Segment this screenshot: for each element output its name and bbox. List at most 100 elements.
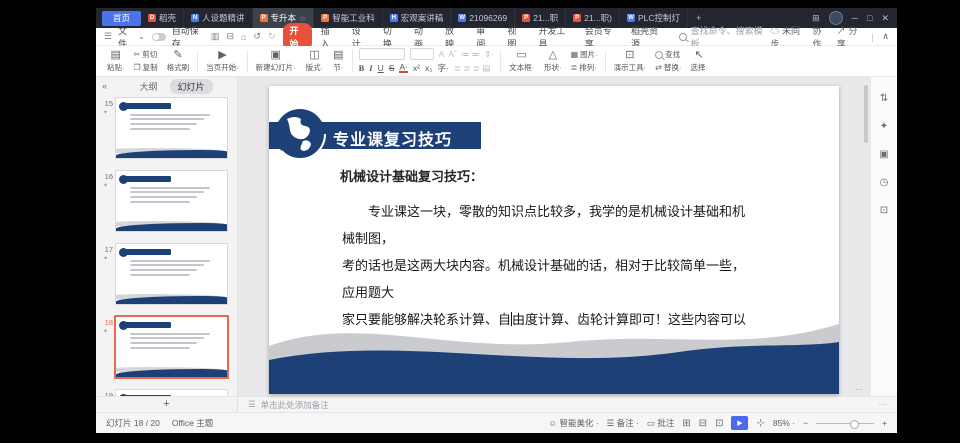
play-circle-icon: ▶ (218, 50, 226, 61)
smart-beautify-button[interactable]: ☺ 智能美化 · (548, 417, 598, 429)
toggle-icon (152, 33, 165, 41)
preview-icon[interactable]: ⌂ (241, 32, 246, 42)
slide-thumbnail-panel: « 大纲 幻灯片 15✦ 16✦ 17✦ 18✦ 19✦ (96, 77, 238, 396)
shape-icon: △ (549, 50, 557, 61)
collapse-ribbon-button[interactable]: ∧ (882, 31, 889, 42)
font-size-box[interactable] (410, 48, 434, 60)
underline-button[interactable]: U (378, 63, 384, 73)
menubar: ☰ 文件 ⌄ 自动保存 ▥ ⊟ ⌂ ↺ ↻ 开始插入设计切换动画放映审阅视图开发… (96, 28, 897, 46)
beautify-icon[interactable]: ✦ (880, 121, 888, 132)
view-reading-button[interactable]: ⊡ (715, 418, 723, 429)
mini-title-banner (123, 176, 172, 182)
mini-text-line (130, 269, 197, 271)
workspace-icon[interactable]: ⊞ (812, 13, 820, 24)
comments-button[interactable]: ▭ 批注 (647, 417, 674, 429)
new-slide-button[interactable]: ▣ 新建幻灯片· (251, 46, 301, 76)
tab-slides[interactable]: 幻灯片 (170, 79, 213, 94)
slide-subtitle[interactable]: 机械设计基础复习技巧： (340, 166, 483, 185)
mini-title-banner (123, 249, 172, 255)
section-button[interactable]: ▤ 节· (328, 46, 348, 76)
picture-button[interactable]: ▦图片· (571, 49, 598, 60)
picture-icon: ▦ (571, 50, 579, 59)
file-type-icon: N (191, 14, 199, 22)
theme-name[interactable]: Office 主题 (172, 417, 213, 429)
view-normal-button[interactable]: ⊞ (682, 418, 690, 429)
font-decrease-button[interactable]: Aˇ (448, 49, 457, 59)
slide-thumbnail-16[interactable]: 16✦ (115, 170, 228, 232)
highlight-button[interactable]: 字· (438, 62, 449, 74)
comment-icon: ▭ (647, 418, 655, 428)
superscript-button[interactable]: x² (413, 63, 420, 73)
hamburger-icon: ☰ (104, 31, 112, 42)
mini-text-line (130, 118, 203, 120)
layout-button[interactable]: ◫ 版式· (301, 46, 329, 76)
zoom-slider-knob[interactable] (850, 420, 859, 429)
file-type-icon: P (573, 14, 581, 22)
new-tab-button[interactable]: + (688, 13, 709, 23)
textbox-button[interactable]: ▭ 文本框· (504, 46, 539, 76)
notes-bar[interactable]: ☰ 单击此处添加备注 ⋯ (238, 397, 897, 412)
paste-button[interactable]: ▤ 粘贴· (102, 46, 130, 76)
align-icons[interactable]: ≣ ≣ ≣ ▤ (454, 63, 490, 74)
copy-icon: ❐ (134, 63, 141, 72)
mini-text-line (130, 342, 197, 344)
history-icon[interactable]: ◷ (880, 177, 889, 188)
zoom-slider[interactable] (816, 423, 874, 424)
bold-button[interactable]: B (359, 63, 365, 73)
presentation-tools-button[interactable]: ⊡ 演示工具· (609, 46, 652, 76)
notes-toggle-button[interactable]: ☰ 备注 · (607, 417, 639, 429)
properties-icon[interactable]: ⇅ (880, 93, 888, 104)
select-button[interactable]: ↖ 选择· (685, 46, 713, 76)
arrange-button[interactable]: ≣排列· (571, 62, 598, 73)
slide-18[interactable]: 专业课复习技巧 机械设计基础复习技巧： 专业课这一块，零散的知识点比较多，我学的… (269, 86, 839, 394)
vertical-scrollbar[interactable] (864, 85, 868, 143)
layers-icon[interactable]: ▣ (879, 149, 888, 160)
slideshow-play-button[interactable]: ▶ (731, 416, 748, 430)
zoom-in-button[interactable]: + (882, 418, 887, 428)
subscript-button[interactable]: x₂ (425, 63, 433, 73)
fit-slide-icon[interactable]: ⊹ (756, 418, 764, 429)
slide-title[interactable]: 专业课复习技巧 (333, 126, 452, 150)
slide-thumbnail-19[interactable]: 19✦ (115, 389, 228, 396)
format-painter-button[interactable]: ✎ 格式刷 (162, 46, 195, 76)
zoom-out-button[interactable]: − (803, 418, 808, 428)
thumbnail-list: 15✦ 16✦ 17✦ 18✦ 19✦ (96, 95, 237, 396)
line-spacing-button[interactable]: ⇕· (484, 49, 494, 60)
file-type-icon: D (148, 14, 156, 22)
file-type-icon: P (522, 14, 530, 22)
italic-button[interactable]: I (369, 63, 372, 73)
font-color-button[interactable]: A· (399, 63, 408, 73)
print-icon[interactable]: ⊟ (226, 31, 234, 42)
mini-text-line (130, 128, 190, 130)
cloud-icon: ☁ (770, 26, 779, 36)
add-slide-button[interactable]: + (96, 397, 238, 412)
save-icon[interactable]: ▥ (211, 31, 220, 42)
view-sorter-button[interactable]: ⊟ (699, 418, 707, 429)
maximize-button[interactable]: □ (867, 13, 872, 23)
slide-thumbnail-18[interactable]: 18✦ (114, 315, 229, 379)
redo-icon[interactable]: ↻ (268, 31, 276, 42)
resource-icon[interactable]: ⊡ (880, 205, 888, 216)
font-name-box[interactable] (359, 48, 405, 60)
close-button[interactable]: ✕ (881, 13, 889, 24)
shape-button[interactable]: △ 形状· (539, 46, 567, 76)
cut-button[interactable]: ✂剪切 (134, 49, 158, 60)
copy-button[interactable]: ❐复制 (134, 62, 158, 73)
list-icons[interactable]: ≔ ≕ (461, 49, 480, 60)
minimize-button[interactable]: ─ (852, 13, 858, 23)
animation-marker-icon: ✦ (103, 182, 108, 189)
zoom-level[interactable]: 85% · (773, 418, 795, 428)
slide-canvas[interactable]: 专业课复习技巧 机械设计基础复习技巧： 专业课这一块，零散的知识点比较多，我学的… (238, 77, 870, 396)
replace-button[interactable]: ⇄替换· (655, 62, 681, 73)
tab-outline[interactable]: 大纲 (131, 79, 165, 94)
arrange-icon: ≣ (571, 63, 578, 72)
undo-icon[interactable]: ↺ (253, 31, 261, 42)
font-increase-button[interactable]: A (439, 49, 445, 59)
favorite-star-icon[interactable]: ☆ (299, 14, 306, 23)
play-from-current-button[interactable]: ▶ 当页开始· (201, 46, 244, 76)
collapse-panel-button[interactable]: « (102, 81, 107, 91)
slide-thumbnail-15[interactable]: 15✦ (115, 97, 228, 159)
strikethrough-button[interactable]: S (389, 63, 395, 73)
find-button[interactable]: 查找 (655, 49, 681, 60)
slide-thumbnail-17[interactable]: 17✦ (115, 243, 228, 305)
